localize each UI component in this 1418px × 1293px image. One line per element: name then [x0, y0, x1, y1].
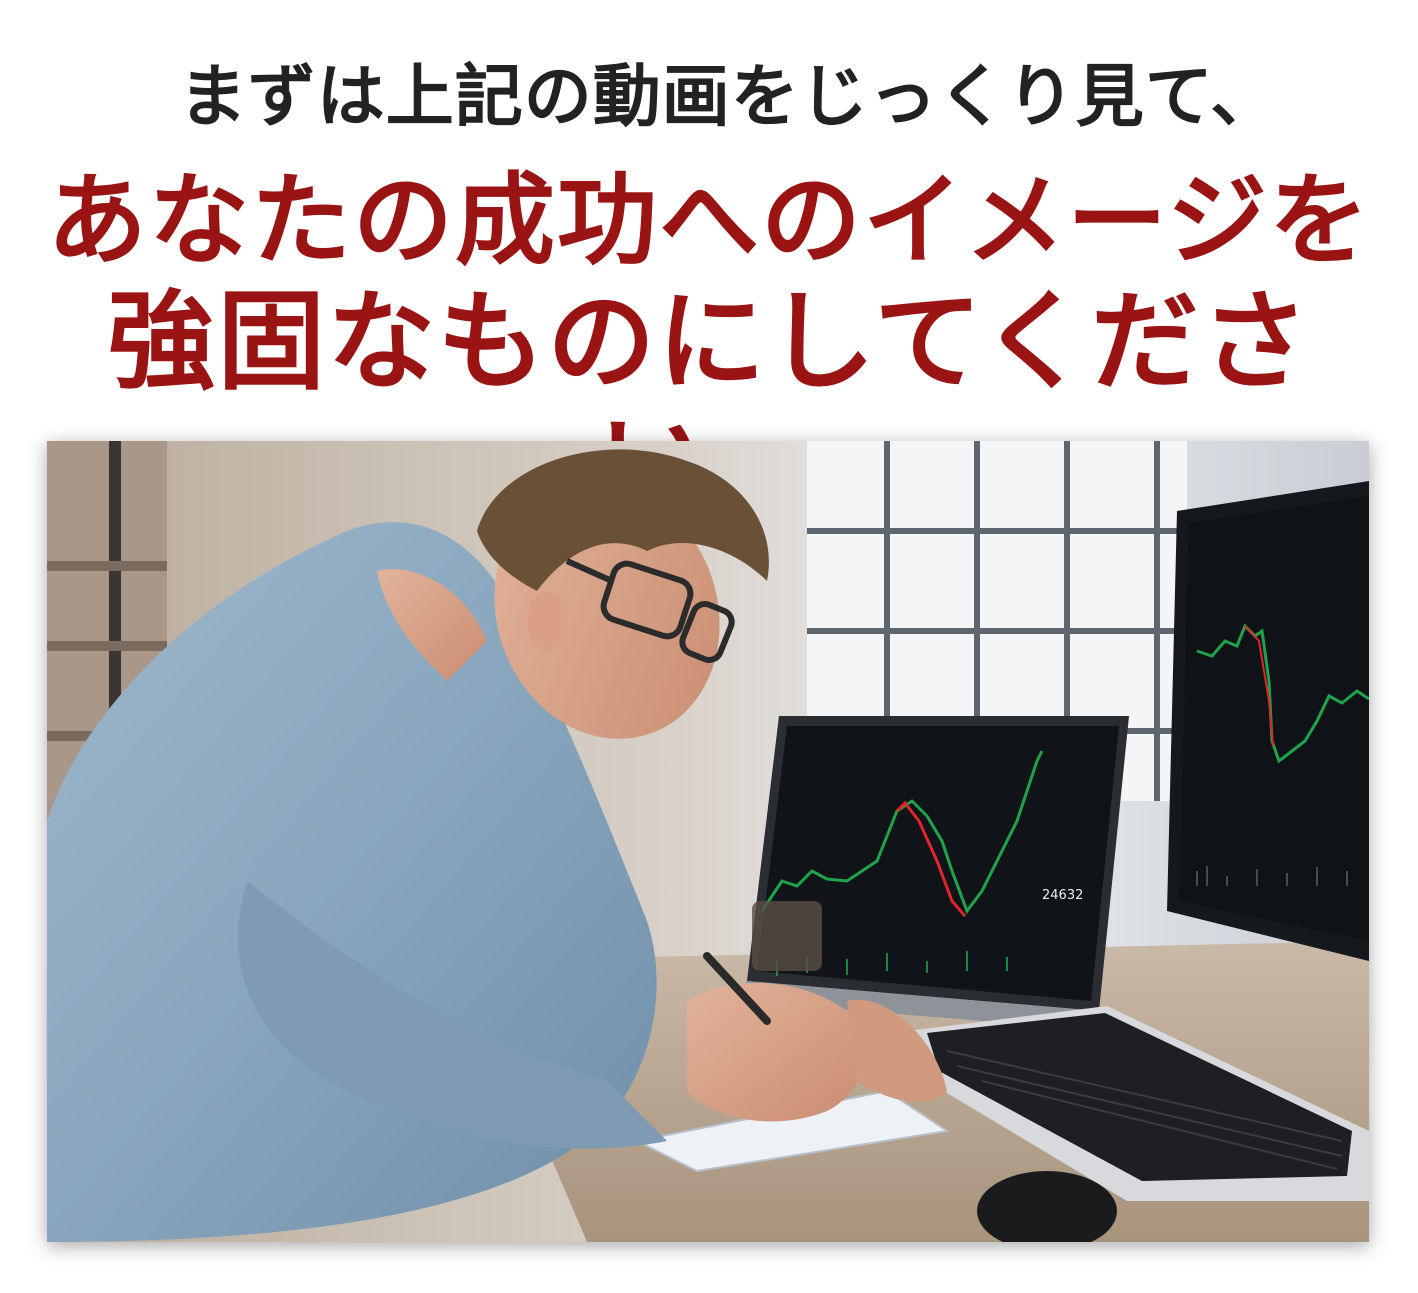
- trader-photo: 24632: [47, 441, 1369, 1242]
- headline-line-2: あなたの成功へのイメージを: [47, 161, 1371, 279]
- monitor-right: [1167, 481, 1369, 961]
- headline-line-1: まずは上記の動画をじっくり見て、: [178, 58, 1280, 137]
- laptop: 24632: [737, 716, 1129, 1031]
- laptop-price-readout: 24632: [1042, 888, 1083, 903]
